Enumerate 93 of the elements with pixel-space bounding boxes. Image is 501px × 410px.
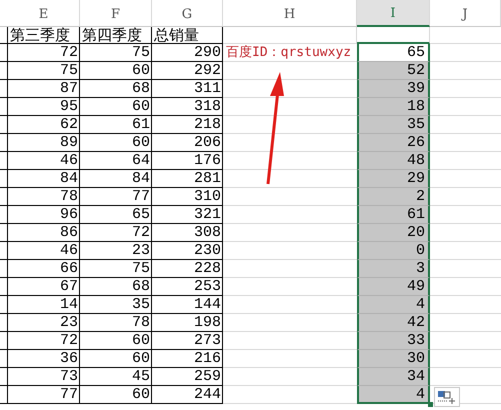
table-cell: 244 — [194, 387, 221, 402]
table-cell: 35 — [132, 297, 150, 312]
table-cell: 73 — [60, 369, 78, 384]
table-cell: 228 — [194, 261, 221, 276]
selected-cell[interactable]: 18 — [357, 98, 430, 116]
table-cell: 14 — [60, 297, 78, 312]
table-cell: 36 — [60, 351, 78, 366]
table-cell: 86 — [60, 225, 78, 240]
table-cell: 75 — [132, 261, 150, 276]
column-header[interactable]: E — [8, 0, 80, 27]
table-cell: 281 — [194, 171, 221, 186]
table-cell: 75 — [132, 45, 150, 60]
table-cell: 61 — [132, 117, 150, 132]
column-header[interactable]: F — [80, 0, 152, 27]
selected-cell[interactable]: 39 — [357, 80, 430, 98]
column-header[interactable]: H — [223, 0, 357, 27]
table-cell: 72 — [60, 333, 78, 348]
column-header[interactable]: J — [430, 0, 501, 27]
table-header: 第四季度 — [82, 28, 142, 42]
table-cell: 318 — [194, 99, 221, 114]
table-cell: 60 — [132, 387, 150, 402]
table-cell: 68 — [132, 279, 150, 294]
table-cell: 72 — [132, 225, 150, 240]
table-cell: 60 — [132, 99, 150, 114]
selected-cell[interactable]: 61 — [357, 206, 430, 224]
table-cell: 60 — [132, 351, 150, 366]
table-cell: 60 — [132, 333, 150, 348]
selected-cell[interactable]: 0 — [357, 242, 430, 260]
table-cell: 75 — [60, 63, 78, 78]
fill-handle-icon — [428, 402, 433, 407]
table-cell: 198 — [194, 315, 221, 330]
selected-cell[interactable]: 29 — [357, 170, 430, 188]
column-header[interactable]: G — [152, 0, 223, 27]
table-cell: 176 — [194, 153, 221, 168]
table-cell: 292 — [194, 63, 221, 78]
table-cell: 62 — [60, 117, 78, 132]
table-cell: 206 — [194, 135, 221, 150]
table-cell: 310 — [194, 189, 221, 204]
table-cell: 68 — [132, 81, 150, 96]
table-cell: 66 — [60, 261, 78, 276]
table-header: 总销量 — [154, 28, 199, 42]
table-cell: 253 — [194, 279, 221, 294]
table-cell: 96 — [60, 207, 78, 222]
table-cell: 216 — [194, 351, 221, 366]
selected-cell[interactable]: 33 — [357, 332, 430, 350]
table-cell: 218 — [194, 117, 221, 132]
table-cell: 60 — [132, 135, 150, 150]
table-cell: 67 — [60, 279, 78, 294]
table-cell: 65 — [132, 207, 150, 222]
table-cell: 78 — [132, 315, 150, 330]
selected-cell[interactable]: 52 — [357, 62, 430, 80]
selected-cell[interactable]: 20 — [357, 224, 430, 242]
table-cell: 77 — [132, 189, 150, 204]
table-cell: 45 — [132, 369, 150, 384]
table-cell: 23 — [132, 243, 150, 258]
table-cell: 84 — [60, 171, 78, 186]
table-cell: 84 — [132, 171, 150, 186]
selected-cell[interactable]: 3 — [357, 260, 430, 278]
table-cell: 78 — [60, 189, 78, 204]
selected-cell[interactable]: 2 — [357, 188, 430, 206]
table-cell: 259 — [194, 369, 221, 384]
table-cell: 87 — [60, 81, 78, 96]
note-text: 百度ID：qrstuwxyz — [226, 46, 352, 59]
table-cell: 72 — [60, 45, 78, 60]
table-cell: 46 — [60, 153, 78, 168]
table-cell: 273 — [194, 333, 221, 348]
table-cell: 290 — [194, 45, 221, 60]
table-cell: 144 — [194, 297, 221, 312]
table-header: 第三季度 — [10, 28, 70, 42]
table-cell: 311 — [194, 81, 221, 96]
table-cell: 95 — [60, 99, 78, 114]
selected-cell[interactable]: 48 — [357, 152, 430, 170]
selected-cell[interactable]: 30 — [357, 350, 430, 368]
table-cell: 89 — [60, 135, 78, 150]
selected-cell[interactable]: 4 — [357, 296, 430, 314]
table-cell: 321 — [194, 207, 221, 222]
selected-cell[interactable]: 65 — [357, 44, 430, 62]
paste-options-icon[interactable] — [434, 387, 460, 407]
table-cell: 60 — [132, 63, 150, 78]
selected-cell[interactable]: 26 — [357, 134, 430, 152]
arrow-icon — [266, 72, 284, 184]
selected-cell[interactable]: 34 — [357, 368, 430, 386]
column-header[interactable]: I — [357, 0, 430, 27]
selected-cell[interactable]: 42 — [357, 314, 430, 332]
table-cell: 77 — [60, 387, 78, 402]
table-cell: 23 — [60, 315, 78, 330]
table-cell: 308 — [194, 225, 221, 240]
selected-cell[interactable]: 49 — [357, 278, 430, 296]
selected-cell[interactable]: 35 — [357, 116, 430, 134]
table-cell: 230 — [194, 243, 221, 258]
table-cell: 46 — [60, 243, 78, 258]
selected-cell[interactable]: 4 — [357, 386, 430, 404]
table-cell: 64 — [132, 153, 150, 168]
